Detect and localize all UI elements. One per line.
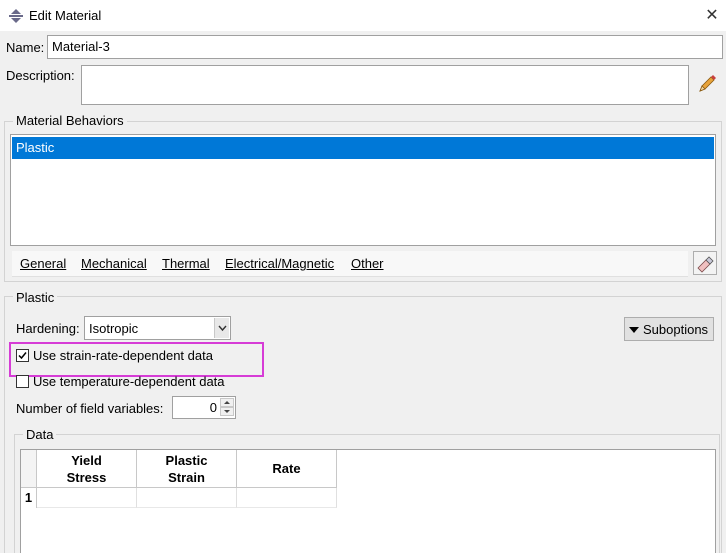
spin-down-button[interactable] xyxy=(220,407,234,416)
close-button[interactable]: ✕ xyxy=(700,4,724,28)
name-input[interactable]: Material-3 xyxy=(47,35,723,59)
menu-thermal[interactable]: Thermal xyxy=(162,256,210,271)
table-cell-plastic-strain[interactable] xyxy=(137,488,237,508)
menu-other[interactable]: Other xyxy=(351,256,384,271)
column-header-plastic-strain[interactable]: Plastic Strain xyxy=(137,450,237,488)
chevron-down-icon[interactable] xyxy=(214,318,229,338)
app-logo-icon xyxy=(9,9,23,23)
delete-behavior-button[interactable] xyxy=(693,251,717,275)
field-variables-value: 0 xyxy=(209,400,217,415)
description-input[interactable] xyxy=(81,65,689,105)
plastic-group-title: Plastic xyxy=(13,290,58,305)
spin-up-button[interactable] xyxy=(220,398,234,407)
window-title: Edit Material xyxy=(29,8,102,23)
strain-rate-checkbox[interactable] xyxy=(16,349,29,362)
field-variables-stepper[interactable]: 0 xyxy=(172,396,236,419)
column-header-yield-stress[interactable]: Yield Stress xyxy=(37,450,137,488)
arrow-up-icon xyxy=(224,401,230,404)
title-bar xyxy=(0,0,726,31)
strain-rate-label[interactable]: Use strain-rate-dependent data xyxy=(33,348,213,363)
menu-electrical-magnetic[interactable]: Electrical/Magnetic xyxy=(225,256,334,271)
row-number: 1 xyxy=(21,488,37,508)
suboptions-button[interactable]: Suboptions xyxy=(624,317,714,341)
arrow-down-icon xyxy=(224,410,230,413)
name-label: Name: xyxy=(6,40,45,55)
data-group-title: Data xyxy=(23,427,57,442)
hardening-label: Hardening: xyxy=(16,321,80,336)
hardening-select[interactable]: Isotropic xyxy=(84,316,231,340)
behavior-menubar: General Mechanical Thermal Electrical/Ma… xyxy=(12,251,688,277)
material-behaviors-title: Material Behaviors xyxy=(13,113,127,128)
menu-mechanical[interactable]: Mechanical xyxy=(81,256,147,271)
hardening-value: Isotropic xyxy=(89,321,139,336)
temperature-label[interactable]: Use temperature-dependent data xyxy=(33,374,225,389)
table-cell-rate[interactable] xyxy=(237,488,337,508)
suboptions-label: Suboptions xyxy=(643,322,709,337)
column-header-rate[interactable]: Rate xyxy=(237,450,337,488)
description-label: Description: xyxy=(6,68,75,83)
checkmark-icon xyxy=(18,352,27,360)
table-cell-yield-stress[interactable] xyxy=(37,488,137,508)
field-variables-label: Number of field variables: xyxy=(16,401,164,416)
menu-general[interactable]: General xyxy=(20,256,66,271)
pencil-icon[interactable] xyxy=(696,73,718,95)
temperature-checkbox[interactable] xyxy=(16,375,29,388)
eraser-icon xyxy=(697,256,714,273)
triangle-down-icon xyxy=(629,327,639,333)
behavior-item-plastic[interactable]: Plastic xyxy=(12,137,714,159)
table-corner xyxy=(21,450,37,488)
behaviors-list[interactable]: Plastic xyxy=(10,134,716,246)
data-table[interactable]: Yield Stress Plastic Strain Rate 1 xyxy=(20,449,716,553)
